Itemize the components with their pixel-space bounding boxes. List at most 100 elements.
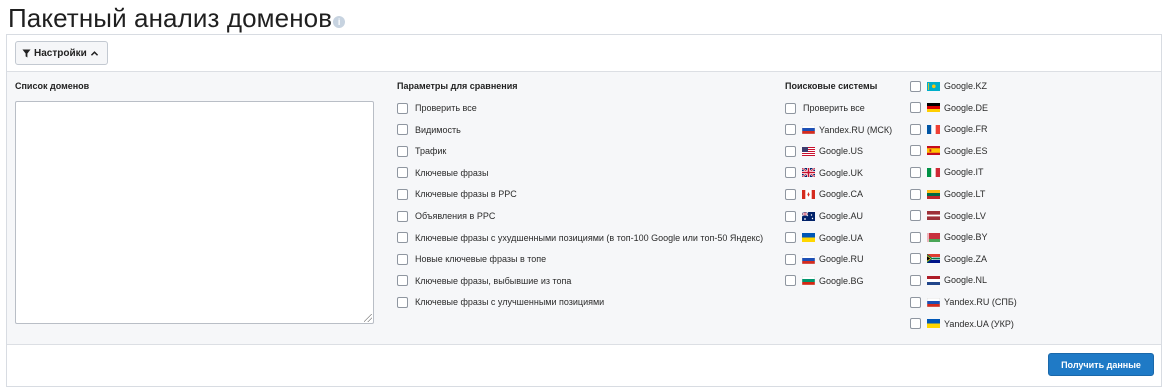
checkbox-label: Google.BG <box>819 275 864 286</box>
checkbox-label: Yandex.RU (МСК) <box>819 124 893 135</box>
checkbox[interactable] <box>785 124 796 136</box>
checkbox[interactable] <box>910 318 921 330</box>
checkbox[interactable] <box>910 123 921 135</box>
checkbox[interactable] <box>397 210 408 222</box>
param-option[interactable]: Ключевые фразы, выбывшие из топа <box>397 274 571 288</box>
checkbox[interactable] <box>910 253 921 265</box>
engines-title: Поисковые системы <box>785 81 878 91</box>
checkbox-label: Google.KZ <box>944 81 988 91</box>
checkbox[interactable] <box>397 275 408 287</box>
params-title: Параметры для сравнения <box>397 81 518 91</box>
checkbox[interactable] <box>397 145 408 157</box>
engine-option[interactable]: Google.NL <box>910 273 987 287</box>
checkbox[interactable] <box>397 102 408 114</box>
checkbox[interactable] <box>785 188 796 200</box>
flag-us-icon <box>802 146 815 156</box>
checkbox[interactable] <box>910 296 921 308</box>
flag-za-icon <box>927 254 940 264</box>
param-option[interactable]: Проверить все <box>397 101 477 115</box>
param-option[interactable]: Ключевые фразы с ухудшенными позициями (… <box>397 231 763 245</box>
engine-option[interactable]: Google.FR <box>910 122 988 136</box>
page-title: Пакетный анализ доменов i <box>8 3 346 34</box>
engine-option[interactable]: Google.UA <box>785 231 863 245</box>
checkbox-label: Google.DE <box>944 102 989 113</box>
param-option[interactable]: Трафик <box>397 144 446 158</box>
checkbox-label: Трафик <box>415 146 447 157</box>
engine-option[interactable]: Google.ES <box>910 144 988 158</box>
engine-option[interactable]: Google.AU <box>785 209 863 223</box>
checkbox-label: Google.ZA <box>944 253 988 264</box>
checkbox[interactable] <box>910 274 921 286</box>
param-option[interactable]: Видимость <box>397 123 461 137</box>
settings-button[interactable]: Настройки <box>15 41 108 65</box>
checkbox-label: Google.BY <box>944 232 988 243</box>
info-icon[interactable]: i <box>333 16 346 28</box>
flag-it-icon <box>927 167 940 177</box>
param-option[interactable]: Новые ключевые фразы в топе <box>397 252 546 266</box>
checkbox[interactable] <box>397 124 408 136</box>
checkbox-label: Новые ключевые фразы в топе <box>415 254 547 265</box>
checkbox-label: Ключевые фразы, выбывшие из топа <box>415 275 572 286</box>
engine-option[interactable]: Google.BG <box>785 274 864 288</box>
checkbox-label: Ключевые фразы <box>415 167 489 178</box>
flag-es-icon <box>927 146 940 156</box>
checkbox[interactable] <box>785 275 796 287</box>
engine-option[interactable]: Google.RU <box>785 252 864 266</box>
engine-option[interactable]: Yandex.RU (МСК) <box>785 123 892 137</box>
flag-ca-icon <box>802 189 815 199</box>
engine-option[interactable]: Google.US <box>785 144 863 158</box>
engine-option[interactable]: Google.DE <box>910 101 988 115</box>
checkbox[interactable] <box>397 232 408 244</box>
checkbox[interactable] <box>785 167 796 179</box>
flag-kz-icon <box>927 81 940 91</box>
checkbox[interactable] <box>910 210 921 222</box>
engine-option[interactable]: Проверить все <box>785 101 865 115</box>
settings-label: Настройки <box>34 47 87 59</box>
checkbox-label: Проверить все <box>415 103 477 113</box>
domains-textarea[interactable] <box>15 101 374 324</box>
checkbox[interactable] <box>910 102 921 114</box>
checkbox-label: Google.UK <box>819 167 864 178</box>
checkbox[interactable] <box>910 166 921 178</box>
engine-option[interactable]: Google.IT <box>910 165 984 179</box>
param-option[interactable]: Ключевые фразы с улучшенными позициями <box>397 295 604 309</box>
engine-option[interactable]: Google.BY <box>910 230 988 244</box>
checkbox[interactable] <box>910 231 921 243</box>
flag-ru-icon <box>802 125 815 135</box>
engine-option[interactable]: Google.LV <box>910 209 986 223</box>
flag-ua-icon <box>927 319 940 329</box>
checkbox[interactable] <box>910 188 921 200</box>
flag-ua-icon <box>802 233 815 243</box>
checkbox[interactable] <box>910 80 921 92</box>
flag-fr-icon <box>927 124 940 134</box>
param-option[interactable]: Ключевые фразы в PPC <box>397 187 517 201</box>
resize-grip-icon[interactable] <box>364 314 372 322</box>
engine-option[interactable]: Google.ZA <box>910 252 987 266</box>
checkbox[interactable] <box>397 253 408 265</box>
engine-option[interactable]: Google.UK <box>785 166 863 180</box>
checkbox[interactable] <box>397 188 408 200</box>
analysis-panel: Настройки Список доменов Параметры для с… <box>6 34 1162 387</box>
get-data-button[interactable]: Получить данные <box>1048 353 1154 376</box>
engine-option[interactable]: Yandex.RU (СПБ) <box>910 295 1017 309</box>
engine-option[interactable]: Google.LT <box>910 187 985 201</box>
checkbox[interactable] <box>397 296 408 308</box>
checkbox-label: Ключевые фразы с ухудшенными позициями (… <box>415 232 764 243</box>
param-option[interactable]: Ключевые фразы <box>397 166 488 180</box>
filter-icon <box>22 48 31 58</box>
flag-ru-icon <box>927 297 940 307</box>
checkbox[interactable] <box>785 102 796 114</box>
checkbox[interactable] <box>785 253 796 265</box>
flag-bg-icon <box>802 276 815 286</box>
engine-option[interactable]: Google.KZ <box>910 79 987 93</box>
engine-option[interactable]: Google.CA <box>785 187 863 201</box>
checkbox[interactable] <box>785 210 796 222</box>
checkbox[interactable] <box>910 145 921 157</box>
checkbox-label: Google.LT <box>944 189 986 199</box>
checkbox[interactable] <box>785 232 796 244</box>
param-option[interactable]: Объявления в PPC <box>397 209 495 223</box>
checkbox-label: Ключевые фразы в PPC <box>415 189 517 200</box>
checkbox[interactable] <box>397 167 408 179</box>
checkbox[interactable] <box>785 145 796 157</box>
engine-option[interactable]: Yandex.UA (УКР) <box>910 317 1014 331</box>
